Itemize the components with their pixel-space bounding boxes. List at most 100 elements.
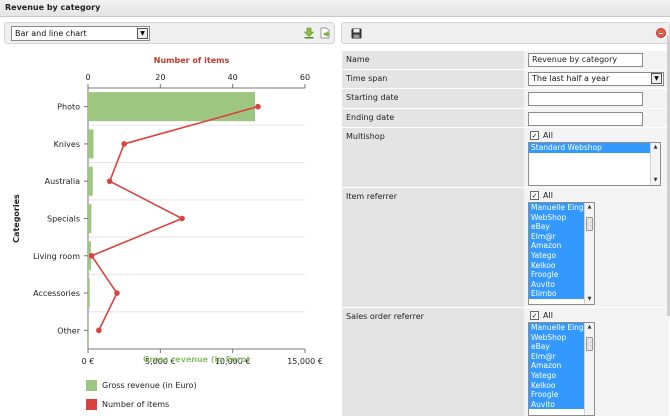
- list-item[interactable]: Kelkoo: [529, 260, 584, 271]
- delete-icon[interactable]: [656, 28, 666, 38]
- list-item[interactable]: Froogle: [529, 390, 584, 400]
- list-item[interactable]: Auvito: [529, 279, 584, 290]
- name-row: Name Revenue by category: [342, 51, 669, 70]
- starting-date-input[interactable]: [528, 92, 643, 106]
- list-item[interactable]: Kelkoo: [529, 380, 584, 391]
- category-label: Accessories: [33, 289, 80, 298]
- list-item[interactable]: Yatego: [529, 250, 584, 261]
- series-point: [106, 178, 113, 185]
- item-referrer-label: Item referrer: [342, 188, 524, 307]
- chevron-down-icon[interactable]: ▼: [651, 176, 660, 185]
- x-tick-label-bottom: 0 €: [82, 357, 95, 366]
- settings-toolbar: [341, 22, 670, 44]
- series-point: [88, 252, 95, 259]
- name-label: Name: [342, 51, 524, 69]
- chevron-up-icon[interactable]: ▲: [585, 323, 594, 332]
- list-item[interactable]: Auvito: [529, 399, 584, 410]
- x-axis-title-bottom: Gross revenue (in Euro): [143, 355, 250, 364]
- series-point: [121, 141, 127, 147]
- category-label: Other: [57, 326, 80, 335]
- bar: [88, 166, 93, 196]
- chevron-up-icon[interactable]: ▲: [585, 203, 594, 212]
- item-referrer-all-label: All: [543, 191, 553, 200]
- list-item[interactable]: Elimbo: [529, 289, 584, 299]
- sales-order-referrer-all-checkbox[interactable]: ✓: [530, 311, 539, 320]
- x-tick-label-top: 0: [85, 73, 90, 82]
- sales-order-referrer-all-label: All: [543, 311, 553, 320]
- bar: [88, 92, 256, 122]
- series-point: [96, 327, 102, 334]
- time-span-label: Time span: [342, 70, 524, 88]
- chevron-up-icon[interactable]: ▲: [651, 143, 660, 152]
- list-item[interactable]: Froogle: [529, 270, 584, 280]
- bar: [88, 315, 89, 345]
- x-tick-label-bottom: 15,000 €: [287, 357, 323, 366]
- multishop-listbox[interactable]: Standard Webshop ▲ ▼: [528, 142, 661, 186]
- legend-swatch-revenue: [86, 380, 97, 391]
- x-tick-label-top: 20: [155, 73, 165, 82]
- multishop-label: Multishop: [342, 128, 524, 187]
- x-tick-label-top: 60: [300, 73, 310, 82]
- multishop-all-checkbox[interactable]: ✓: [530, 131, 539, 140]
- multishop-all-label: All: [543, 131, 553, 140]
- save-icon[interactable]: [351, 28, 362, 39]
- bar: [88, 278, 90, 308]
- sales-order-referrer-row: Sales order referrer ✓ All Manuelle Eing…: [342, 308, 669, 416]
- starting-date-row: Starting date: [342, 89, 669, 109]
- list-item[interactable]: Amazon: [529, 241, 584, 251]
- chart-panel: Bar and line chart ▼ Photo Knives Australi…: [0, 19, 338, 416]
- name-input[interactable]: Revenue by category: [528, 53, 643, 67]
- time-span-value: The last half a year: [532, 74, 610, 83]
- list-item[interactable]: Standard Webshop: [529, 143, 650, 153]
- item-referrer-listbox[interactable]: Manuelle Eing WebShop eBay Elm@r Amazon Yateg…: [528, 202, 595, 305]
- list-item[interactable]: Manuelle Eing: [529, 203, 584, 213]
- list-item[interactable]: eBay: [529, 222, 584, 232]
- list-item[interactable]: Elm@r: [529, 351, 584, 362]
- time-span-select[interactable]: The last half a year ▼: [528, 72, 664, 86]
- chevron-down-icon[interactable]: ▼: [651, 73, 662, 84]
- list-item[interactable]: eBay: [529, 342, 584, 352]
- list-item[interactable]: WebShop: [529, 212, 584, 223]
- multishop-scrollbar[interactable]: ▲ ▼: [650, 143, 660, 185]
- series-point: [114, 290, 120, 296]
- time-span-row: Time span The last half a year ▼: [342, 70, 669, 89]
- sales-order-referrer-label: Sales order referrer: [342, 308, 524, 416]
- ending-date-row: Ending date: [342, 109, 669, 128]
- list-item[interactable]: Elm@r: [529, 231, 584, 242]
- category-label: Living room: [33, 252, 80, 261]
- revenue-chart: Photo Knives Australia Specials Living room A…: [12, 56, 323, 366]
- series-line: [90, 105, 259, 331]
- series-point: [179, 215, 185, 222]
- item-referrer-row: Item referrer ✓ All Manuelle Eing WebShop…: [342, 188, 669, 308]
- series-point: [255, 103, 261, 110]
- starting-date-label: Starting date: [342, 89, 524, 108]
- settings-panel: Name Revenue by category Time span The l…: [341, 19, 670, 416]
- bar: [88, 129, 94, 159]
- y-axis-title: Categories: [12, 194, 21, 243]
- category-label: Specials: [47, 215, 80, 224]
- category-label: Photo: [57, 103, 80, 112]
- scrollbar-thumb[interactable]: [586, 337, 593, 351]
- ending-date-label: Ending date: [342, 109, 524, 127]
- multishop-row: Multishop ✓ All Standard Webshop ▲ ▼: [342, 128, 669, 188]
- list-item[interactable]: Amazon: [529, 361, 584, 371]
- legend-swatch-items: [86, 399, 97, 410]
- sales-order-referrer-scrollbar[interactable]: ▲: [584, 323, 594, 415]
- ending-date-input[interactable]: [528, 112, 643, 126]
- chevron-down-icon[interactable]: ▼: [585, 295, 594, 304]
- legend-label-revenue: Gross revenue (in Euro): [102, 381, 197, 390]
- x-axis-title-top: Number of items: [154, 56, 230, 65]
- x-tick-label-top: 40: [228, 73, 238, 82]
- category-label: Australia: [45, 177, 80, 186]
- scrollbar-thumb[interactable]: [586, 217, 593, 231]
- list-item[interactable]: Manuelle Eing: [529, 323, 584, 333]
- bar: [88, 203, 92, 234]
- window-title: Revenue by category: [0, 0, 670, 17]
- list-item[interactable]: WebShop: [529, 332, 584, 343]
- list-item[interactable]: Yatego: [529, 370, 584, 381]
- sales-order-referrer-listbox[interactable]: Manuelle Eing WebShop eBay Elm@r Amazon Yateg…: [528, 322, 595, 416]
- item-referrer-all-checkbox[interactable]: ✓: [530, 191, 539, 200]
- item-referrer-scrollbar[interactable]: ▲ ▼: [584, 203, 594, 304]
- settings-form: Name Revenue by category Time span The l…: [342, 51, 669, 416]
- legend-label-items: Number of items: [102, 400, 170, 409]
